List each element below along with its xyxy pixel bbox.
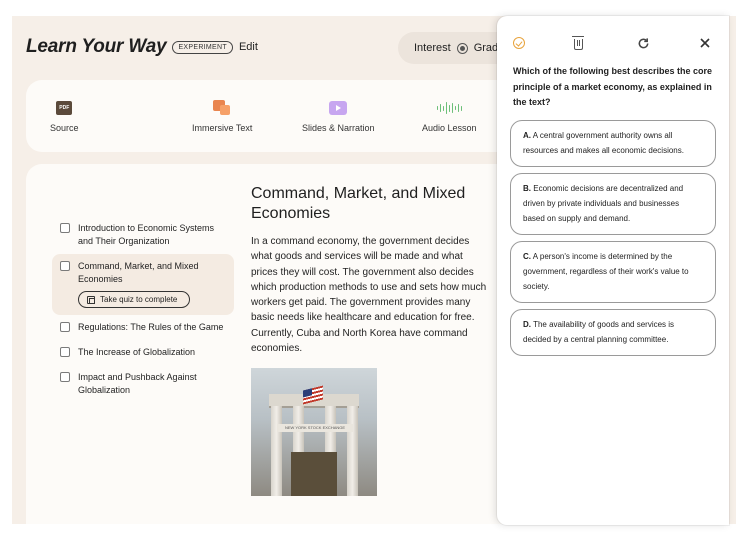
experiment-badge: EXPERIMENT: [172, 40, 233, 54]
checkbox-icon[interactable]: [60, 372, 70, 382]
option-text: Economic decisions are decentralized and…: [523, 184, 684, 223]
quiz-cards-icon: [87, 295, 95, 304]
toc-item-label: Command, Market, and Mixed Economies: [78, 261, 199, 284]
close-icon[interactable]: [696, 34, 714, 52]
toc-item-regulations[interactable]: Regulations: The Rules of the Game: [52, 315, 234, 340]
trash-icon[interactable]: [569, 34, 587, 52]
edit-button[interactable]: Edit: [239, 41, 258, 53]
refresh-icon[interactable]: [634, 34, 652, 52]
lesson-content: Introduction to Economic Systems and The…: [26, 164, 536, 524]
quiz-options: A. A central government authority owns a…: [510, 120, 716, 362]
audio-wave-icon: [436, 101, 463, 115]
toc-item-command-market-mixed[interactable]: Command, Market, and Mixed Economies Tak…: [52, 254, 234, 315]
quiz-option-b[interactable]: B. Economic decisions are decentralized …: [510, 173, 716, 235]
quiz-option-d[interactable]: D. The availability of goods and service…: [510, 309, 716, 356]
quiz-panel-toolbar: [497, 34, 729, 54]
article-title: Command, Market, and Mixed Economies: [251, 185, 466, 222]
toc-item-globalization[interactable]: The Increase of Globalization: [52, 340, 234, 365]
quiz-panel: Which of the following best describes th…: [497, 16, 729, 525]
pdf-icon: PDF: [56, 101, 73, 115]
tool-immersive-text[interactable]: Immersive Text: [192, 100, 252, 133]
option-text: A person's income is determined by the g…: [523, 252, 689, 291]
toc-item-label: Impact and Pushback Against Globalizatio…: [78, 372, 197, 395]
immersive-text-icon: [213, 100, 231, 116]
option-text: A central government authority owns all …: [523, 131, 684, 155]
app-title: Learn Your Way: [26, 36, 167, 57]
toc-item-intro[interactable]: Introduction to Economic Systems and The…: [52, 216, 234, 254]
checkbox-icon[interactable]: [60, 261, 70, 271]
grade-label: Grad: [473, 42, 499, 54]
slides-play-icon: [329, 101, 348, 115]
tool-source[interactable]: PDF Source: [50, 100, 79, 133]
toc-item-label: The Increase of Globalization: [78, 347, 196, 357]
interest-toggle-icon[interactable]: [456, 42, 468, 54]
checkbox-icon[interactable]: [60, 347, 70, 357]
photo-sign: NEW YORK STOCK EXCHANGE: [277, 424, 353, 433]
option-letter: D.: [523, 320, 531, 329]
tool-audio-label: Audio Lesson: [422, 123, 477, 133]
article-body: In a command economy, the government dec…: [251, 236, 487, 355]
checkbox-icon[interactable]: [60, 223, 70, 233]
article: Command, Market, and Mixed Economies In …: [251, 184, 491, 497]
take-quiz-label: Take quiz to complete: [100, 295, 178, 304]
toc-item-pushback[interactable]: Impact and Pushback Against Globalizatio…: [52, 365, 234, 403]
tool-slides[interactable]: Slides & Narration: [302, 100, 375, 133]
tool-source-label: Source: [50, 123, 79, 133]
option-letter: A.: [523, 131, 531, 140]
stock-exchange-photo: NEW YORK STOCK EXCHANGE: [251, 368, 377, 497]
app-header: Learn Your Way EXPERIMENT Edit: [26, 36, 258, 58]
toc-item-label: Regulations: The Rules of the Game: [78, 322, 224, 332]
quiz-option-a[interactable]: A. A central government authority owns a…: [510, 120, 716, 167]
checkbox-icon[interactable]: [60, 322, 70, 332]
quiz-option-c[interactable]: C. A person's income is determined by th…: [510, 241, 716, 303]
sparkle-icon[interactable]: [510, 34, 528, 52]
option-text: The availability of goods and services i…: [523, 320, 675, 344]
option-letter: B.: [523, 184, 531, 193]
interest-label: Interest: [414, 42, 451, 54]
tool-immersive-label: Immersive Text: [192, 123, 253, 133]
tool-audio-lesson[interactable]: Audio Lesson: [422, 100, 477, 133]
tool-slides-label: Slides & Narration: [302, 123, 375, 133]
table-of-contents: Introduction to Economic Systems and The…: [52, 216, 234, 403]
toc-item-label: Introduction to Economic Systems and The…: [78, 223, 215, 246]
take-quiz-button[interactable]: Take quiz to complete: [78, 291, 191, 308]
option-letter: C.: [523, 252, 531, 261]
quiz-question: Which of the following best describes th…: [513, 66, 713, 107]
format-toolbar: PDF Source Immersive Text Slides & Narra…: [26, 80, 536, 152]
